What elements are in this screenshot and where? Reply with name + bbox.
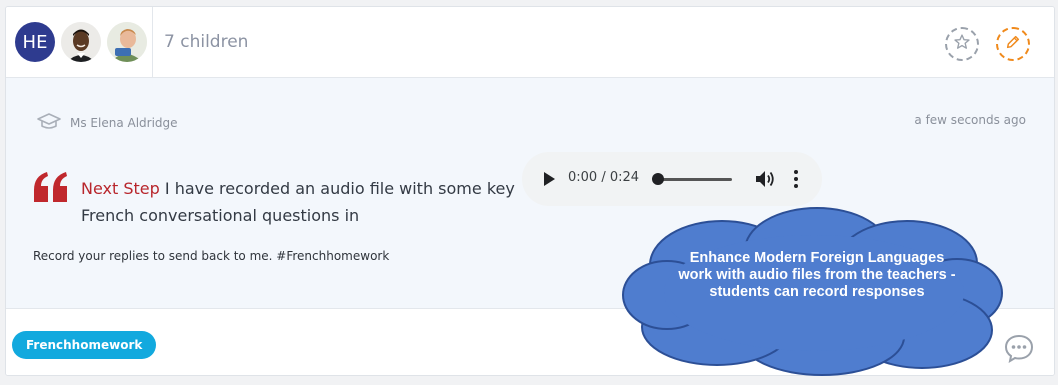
audio-progress-track[interactable] <box>659 178 732 181</box>
star-icon <box>953 33 971 55</box>
audio-progress-thumb[interactable] <box>652 173 664 185</box>
graduation-cap-icon <box>36 112 62 133</box>
avatar-child-2[interactable] <box>107 22 147 62</box>
audio-time: 0:00 / 0:24 <box>568 170 640 185</box>
speech-bubble-icon[interactable] <box>1003 333 1035 367</box>
children-count[interactable]: 7 children <box>164 32 248 52</box>
more-options-icon[interactable] <box>792 169 800 193</box>
avatar-group[interactable]: HE <box>6 7 153 77</box>
avatar-initials[interactable]: HE <box>15 22 55 62</box>
hashtag-chip[interactable]: Frenchhomework <box>12 331 157 359</box>
audio-player[interactable]: 0:00 / 0:24 <box>522 152 822 206</box>
volume-icon[interactable] <box>754 169 776 193</box>
author-row: Ms Elena Aldridge <box>36 112 178 133</box>
callout-text: Enhance Modern Foreign Languages work wi… <box>678 250 956 300</box>
play-icon[interactable] <box>544 172 555 186</box>
post-timestamp: a few seconds ago <box>914 113 1026 127</box>
avatar-child-1[interactable] <box>61 22 101 62</box>
post-caption: Record your replies to send back to me. … <box>33 249 390 263</box>
edit-button[interactable] <box>996 27 1030 61</box>
card-header: HE 7 children <box>6 7 1054 78</box>
note-text: Next Step I have recorded an audio file … <box>81 175 521 229</box>
quote-icon <box>32 170 70 208</box>
next-step-label: Next Step <box>81 179 160 198</box>
favorite-button[interactable] <box>945 27 979 61</box>
pencil-icon <box>1005 34 1021 54</box>
author-name: Ms Elena Aldridge <box>70 115 178 130</box>
